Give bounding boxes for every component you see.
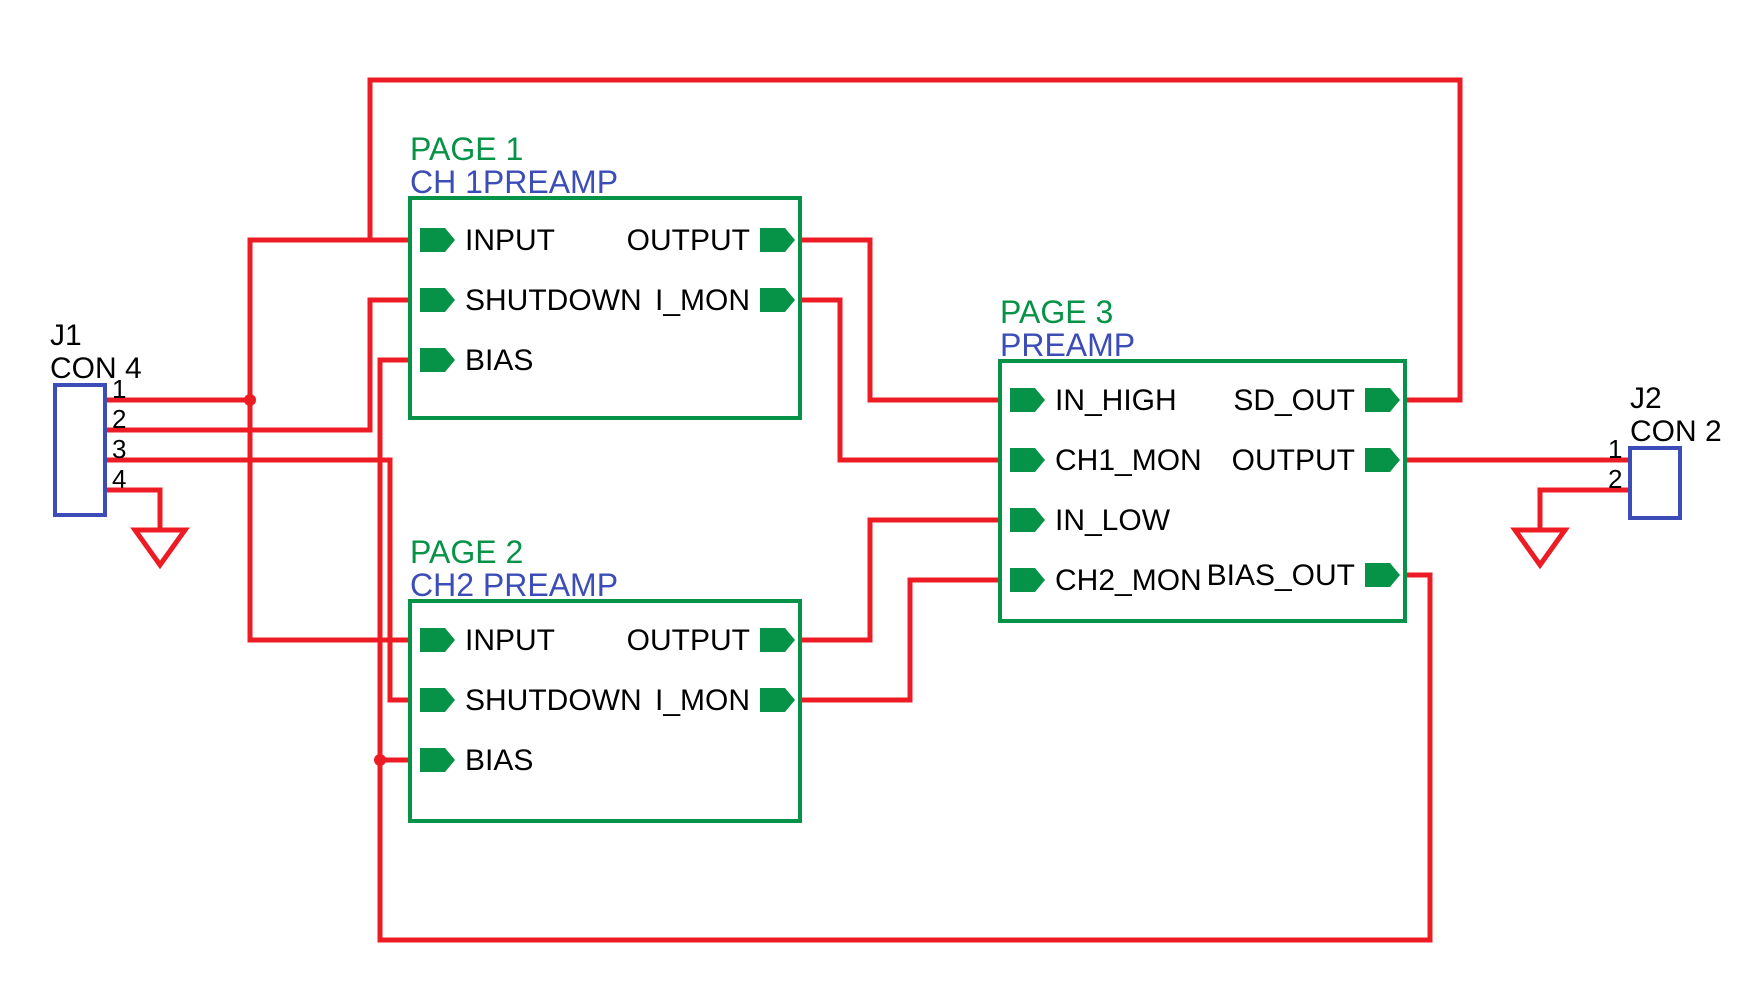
j1-pin1: 1 <box>112 374 126 404</box>
wire-j2p2-gnd <box>1540 490 1630 530</box>
b1-port-bias: BIAS <box>420 344 533 377</box>
svg-text:CH1_MON: CH1_MON <box>1055 444 1202 477</box>
j1-pin4: 4 <box>112 464 126 494</box>
gnd-symbol-right <box>1515 530 1565 565</box>
j1-ref: J1 <box>50 319 82 352</box>
wire-j1p4-gnd <box>105 490 160 530</box>
svg-text:OUTPUT: OUTPUT <box>627 224 750 257</box>
svg-text:SHUTDOWN: SHUTDOWN <box>465 284 642 317</box>
svg-text:IN_LOW: IN_LOW <box>1055 504 1171 537</box>
svg-text:BIAS: BIAS <box>465 744 533 777</box>
j2-pin2: 2 <box>1608 464 1622 494</box>
j1-type: CON 4 <box>50 352 142 385</box>
b1-port-imon: I_MON <box>655 284 795 317</box>
svg-text:OUTPUT: OUTPUT <box>1232 444 1355 477</box>
j1-pin2: 2 <box>112 404 126 434</box>
svg-text:I_MON: I_MON <box>655 684 750 717</box>
block-ch2-preamp: PAGE 2 CH2 PREAMP INPUT SHUTDOWN BIAS OU… <box>410 534 800 821</box>
b3-port-inlow: IN_LOW <box>1010 504 1171 537</box>
b3-port-ch2mon: CH2_MON <box>1010 564 1202 597</box>
b3-name: PREAMP <box>1000 327 1135 363</box>
j2-pin1: 1 <box>1608 434 1622 464</box>
b2-page: PAGE 2 <box>410 534 523 570</box>
wire-j1p3-b2-shutdown <box>105 460 410 700</box>
connector-j1: J1 CON 4 1 2 3 4 <box>50 319 142 515</box>
b2-port-imon: I_MON <box>655 684 795 717</box>
j1-pin3: 3 <box>112 434 126 464</box>
b3-port-ch1mon: CH1_MON <box>1010 444 1202 477</box>
wire-b1imon-ch1mon <box>800 300 1000 460</box>
block-ch1-preamp: PAGE 1 CH 1PREAMP INPUT SHUTDOWN BIAS OU… <box>410 131 800 418</box>
b2-port-output: OUTPUT <box>627 624 795 657</box>
svg-text:SD_OUT: SD_OUT <box>1233 384 1355 417</box>
b2-port-shutdown: SHUTDOWN <box>420 684 642 717</box>
svg-text:BIAS: BIAS <box>465 344 533 377</box>
b3-port-sdout: SD_OUT <box>1233 384 1400 417</box>
b3-page: PAGE 3 <box>1000 294 1113 330</box>
connector-j2: J2 CON 2 1 2 <box>1608 382 1722 518</box>
wire-b1out-inhigh <box>800 240 1000 400</box>
svg-text:BIAS_OUT: BIAS_OUT <box>1207 559 1355 592</box>
j2-type: CON 2 <box>1630 415 1722 448</box>
b3-port-output: OUTPUT <box>1232 444 1400 477</box>
b3-port-biasout: BIAS_OUT <box>1207 559 1400 592</box>
wire-j1p2-b1-shutdown <box>105 300 410 430</box>
junction-dot <box>244 394 256 406</box>
svg-text:IN_HIGH: IN_HIGH <box>1055 384 1177 417</box>
b1-page: PAGE 1 <box>410 131 523 167</box>
svg-text:OUTPUT: OUTPUT <box>627 624 750 657</box>
svg-text:CH2_MON: CH2_MON <box>1055 564 1202 597</box>
svg-text:INPUT: INPUT <box>465 624 555 657</box>
b2-name: CH2 PREAMP <box>410 567 618 603</box>
svg-text:I_MON: I_MON <box>655 284 750 317</box>
j2-ref: J2 <box>1630 382 1662 415</box>
b1-name: CH 1PREAMP <box>410 164 618 200</box>
gnd-symbol-left <box>135 530 185 565</box>
b3-port-inhigh: IN_HIGH <box>1010 384 1177 417</box>
svg-text:INPUT: INPUT <box>465 224 555 257</box>
wire-j1p1-input-bus <box>105 240 410 400</box>
svg-text:SHUTDOWN: SHUTDOWN <box>465 684 642 717</box>
b2-port-input: INPUT <box>420 624 555 657</box>
junction-dot <box>374 754 386 766</box>
b2-port-bias: BIAS <box>420 744 533 777</box>
block-preamp: PAGE 3 PREAMP IN_HIGH CH1_MON IN_LOW CH2… <box>1000 294 1405 621</box>
b1-port-shutdown: SHUTDOWN <box>420 284 642 317</box>
b1-port-output: OUTPUT <box>627 224 795 257</box>
b1-port-input: INPUT <box>420 224 555 257</box>
wire-input-bus-to-b2 <box>250 400 410 640</box>
